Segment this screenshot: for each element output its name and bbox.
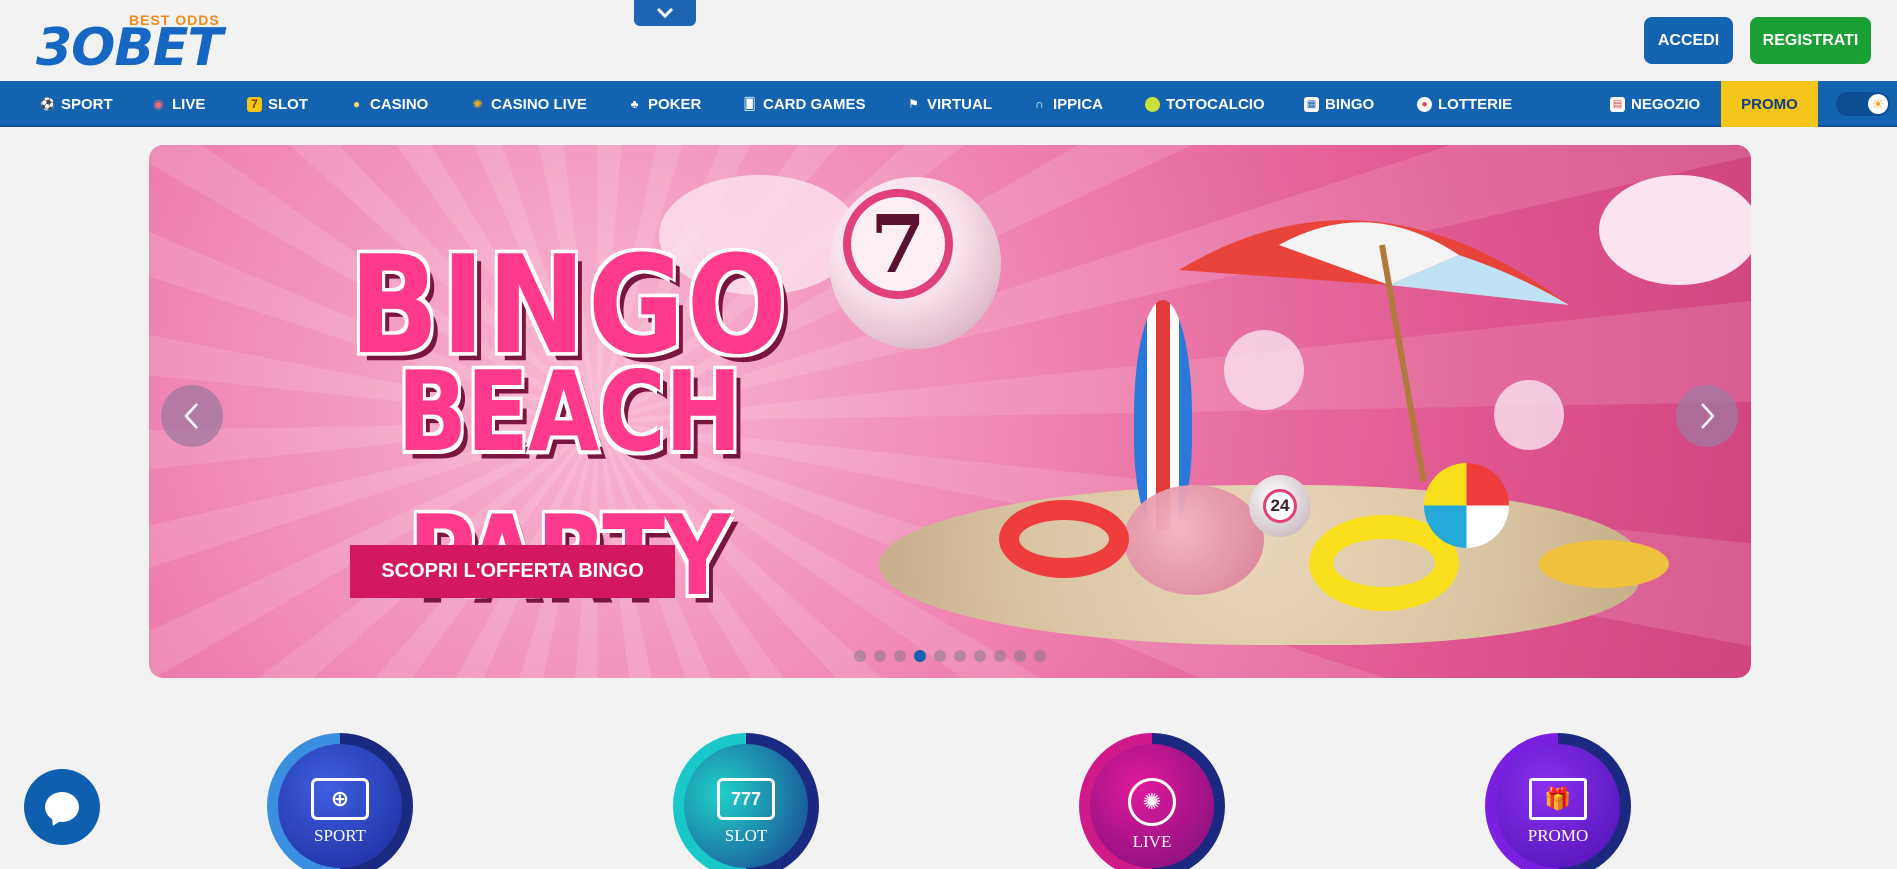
- nav-item-lotterie[interactable]: ● LOTTERIE: [1417, 81, 1512, 127]
- sun-hat: [1539, 540, 1669, 588]
- cloud-decoration: [1224, 330, 1304, 410]
- live-signal-icon: ◉: [153, 96, 164, 111]
- nav-item-label: POKER: [648, 95, 702, 113]
- slider-next-button[interactable]: [1676, 385, 1738, 447]
- slot-777-icon: 777: [717, 778, 775, 820]
- slider-dot[interactable]: [914, 650, 926, 662]
- horseshoe-icon: ∩: [1035, 96, 1044, 111]
- logo-wordmark: 3OBET: [36, 18, 223, 78]
- bingo-ball: 7: [829, 177, 1001, 349]
- small-ball-number: 24: [1263, 489, 1297, 523]
- login-button[interactable]: ACCEDI: [1644, 17, 1733, 64]
- slider-dot[interactable]: [894, 650, 906, 662]
- nav-item-label: CARD GAMES: [763, 95, 866, 113]
- top-header: BEST ODDS 3OBET ACCEDI REGISTRATI: [0, 0, 1897, 81]
- nav-item-label: CASINO: [370, 95, 429, 113]
- nav-item-label: LOTTERIE: [1438, 95, 1513, 113]
- nav-item-bingo[interactable]: ▦ BINGO: [1304, 81, 1374, 127]
- beach-umbrella-icon: [1179, 220, 1569, 305]
- nav-item-negozio[interactable]: ▤ NEGOZIO: [1610, 81, 1700, 127]
- category-slot[interactable]: 777 SLOT: [673, 733, 819, 869]
- checkered-flag-icon: ⚑: [908, 96, 919, 111]
- bingo-card-icon: ▦: [1304, 96, 1319, 112]
- slider-dot[interactable]: [1034, 650, 1046, 662]
- chat-bubble-icon: [45, 792, 79, 822]
- cloud-decoration: [1494, 380, 1564, 450]
- nav-item-label: TOTOCALCIO: [1166, 95, 1265, 113]
- slider-dot[interactable]: [934, 650, 946, 662]
- nav-item-slot[interactable]: 7 SLOT: [247, 81, 308, 127]
- cloud-decoration: [1599, 175, 1751, 285]
- slider-dot[interactable]: [994, 650, 1006, 662]
- nav-item-label: LIVE: [172, 95, 206, 113]
- gift-icon: 🎁: [1529, 778, 1587, 820]
- slider-dot[interactable]: [954, 650, 966, 662]
- chevron-right-icon: [1701, 403, 1715, 429]
- small-bingo-ball: 24: [1249, 475, 1311, 537]
- roulette-icon: ✺: [472, 96, 483, 111]
- slider-dot[interactable]: [974, 650, 986, 662]
- chevron-left-icon: [184, 403, 198, 429]
- slider-dot[interactable]: [874, 650, 886, 662]
- nav-promo[interactable]: PROMO: [1721, 81, 1818, 127]
- slider-dot[interactable]: [854, 650, 866, 662]
- nav-item-totocalcio[interactable]: TOTOCALCIO: [1145, 81, 1265, 127]
- nav-item-sport[interactable]: ⚽ SPORT: [40, 81, 113, 127]
- slider-dot[interactable]: [1014, 650, 1026, 662]
- logo[interactable]: BEST ODDS 3OBET: [36, 12, 316, 78]
- nav-item-live[interactable]: ◉ LIVE: [151, 81, 205, 127]
- poker-icon: ♣: [630, 96, 639, 111]
- nav-item-casino-live[interactable]: ✺ CASINO LIVE: [470, 81, 587, 127]
- nav-item-label: BINGO: [1325, 95, 1375, 113]
- sun-icon: ☀: [1868, 94, 1888, 114]
- category-live[interactable]: ✺ LIVE: [1079, 733, 1225, 869]
- shop-icon: ▤: [1610, 96, 1625, 112]
- nav-item-ippica[interactable]: ∩ IPPICA: [1032, 81, 1103, 127]
- category-sport[interactable]: ⊕ SPORT: [267, 733, 413, 869]
- nav-item-virtual[interactable]: ⚑ VIRTUAL: [906, 81, 992, 127]
- slider-prev-button[interactable]: [161, 385, 223, 447]
- cards-icon: 🂠: [743, 96, 756, 111]
- nav-item-label: NEGOZIO: [1631, 95, 1701, 113]
- category-label: SPORT: [314, 826, 366, 845]
- nav-item-label: SLOT: [268, 95, 308, 113]
- nav-item-label: SPORT: [61, 95, 113, 113]
- header-dropdown-tab[interactable]: [634, 0, 696, 26]
- roulette-chip-icon: ✺: [1128, 778, 1176, 826]
- chat-button[interactable]: [24, 769, 100, 845]
- tennis-ball-icon: [1145, 96, 1160, 112]
- slider-dots: [854, 650, 1046, 662]
- nav-item-label: VIRTUAL: [927, 95, 992, 113]
- category-label: LIVE: [1132, 832, 1172, 851]
- offer-cta-button[interactable]: SCOPRI L'OFFERTA BINGO: [350, 545, 675, 598]
- flamingo-float: [1124, 485, 1264, 595]
- lottery-ball-icon: ●: [1417, 96, 1432, 112]
- beach-ball: [1424, 463, 1509, 548]
- nav-item-card-games[interactable]: 🂠 CARD GAMES: [742, 81, 866, 127]
- lifebuoy: [999, 500, 1129, 578]
- nav-item-label: CASINO LIVE: [491, 95, 587, 113]
- casino-chips-icon: ●: [352, 96, 361, 111]
- category-label: PROMO: [1527, 826, 1589, 845]
- nav-item-label: IPPICA: [1053, 95, 1104, 113]
- category-label: SLOT: [724, 826, 768, 845]
- category-promo[interactable]: 🎁 PROMO: [1485, 733, 1631, 869]
- nav-item-poker[interactable]: ♣ POKER: [627, 81, 702, 127]
- hero-banner[interactable]: 7 BINGO BEACH PARTY SCOPRI L'OFFERTA BIN…: [149, 145, 1751, 678]
- theme-toggle[interactable]: ☀: [1836, 92, 1890, 116]
- nav-item-casino[interactable]: ● CASINO: [349, 81, 428, 127]
- chevron-down-icon: [656, 7, 674, 19]
- slot-machine-icon: 7: [247, 96, 262, 112]
- register-button[interactable]: REGISTRATI: [1750, 17, 1871, 64]
- soccer-ball-icon: ⚽: [40, 96, 55, 111]
- main-nav: ⚽ SPORT ◉ LIVE 7 SLOT ● CASINO ✺ CASINO …: [0, 81, 1897, 127]
- ball-number: 7: [870, 197, 926, 291]
- soccer-field-icon: ⊕: [311, 778, 369, 820]
